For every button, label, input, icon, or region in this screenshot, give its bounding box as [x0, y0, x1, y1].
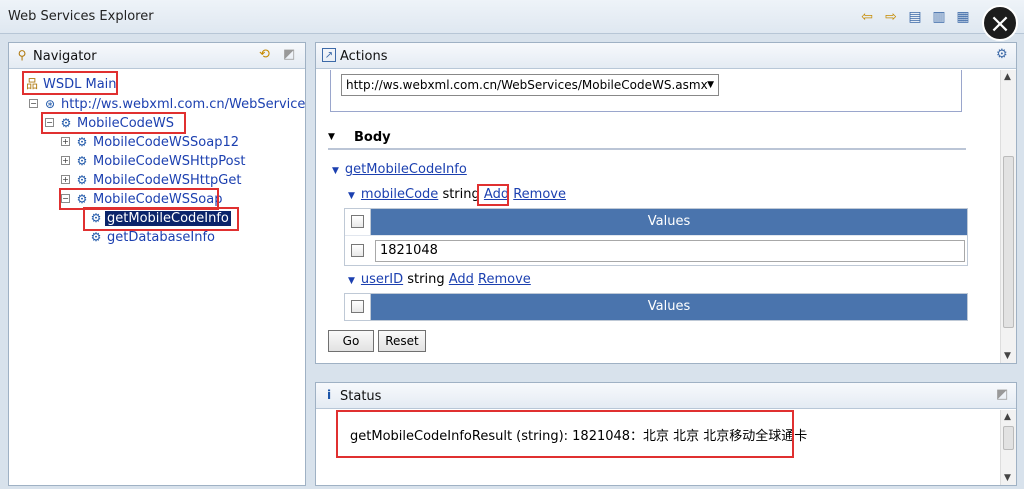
- clear-icon[interactable]: ◩: [283, 48, 295, 62]
- value-row: 1821048: [345, 235, 967, 265]
- navigator-header: ⚲ Navigator ⟲ ◩: [9, 43, 305, 69]
- values-header: Values: [345, 209, 967, 235]
- close-icon: ×: [989, 9, 1011, 39]
- select-all-checkbox[interactable]: [351, 300, 364, 313]
- row-checkbox[interactable]: [351, 244, 364, 257]
- values-title: Values: [371, 294, 967, 320]
- actions-panel: ↗ Actions ⚙ http://ws.webxml.com.cn/WebS…: [315, 42, 1017, 364]
- triangle-down-icon: ▼: [332, 166, 339, 176]
- highlight-box: [22, 71, 118, 95]
- body-section-header[interactable]: ▼ Body: [328, 128, 966, 150]
- actions-title: Actions: [340, 49, 388, 64]
- operation-row: ▼ getMobileCodeInfo: [332, 162, 467, 177]
- scroll-thumb[interactable]: [1003, 156, 1014, 328]
- tree-node-binding[interactable]: + ⚙ MobileCodeWSSoap12: [59, 134, 259, 152]
- param-name-link[interactable]: mobileCode: [361, 187, 438, 202]
- back-arrow-icon[interactable]: ⇦: [858, 8, 876, 26]
- highlight-box: [83, 207, 239, 231]
- info-icon: i: [326, 388, 332, 402]
- remove-link[interactable]: Remove: [478, 272, 531, 287]
- title-bar: Web Services Explorer ⇦ ⇨ ▤ ▥ ▦ ×: [0, 0, 1024, 41]
- tree-node-operation[interactable]: ⚙ getDatabaseInfo: [87, 229, 237, 247]
- param-type: string: [442, 187, 480, 202]
- forward-arrow-icon[interactable]: ⇨: [882, 8, 900, 26]
- actions-scrollbar[interactable]: ▲ ▼: [1000, 70, 1016, 363]
- endpoint-select[interactable]: http://ws.webxml.com.cn/WebServices/Mobi…: [341, 74, 719, 96]
- status-header: i Status ◩: [316, 383, 1016, 409]
- select-all-checkbox[interactable]: [351, 215, 364, 228]
- values-title: Values: [371, 209, 967, 235]
- values-table-userid: Values: [344, 293, 968, 321]
- navigator-icon: ⚲: [17, 48, 27, 62]
- select-all-cell: [345, 209, 371, 235]
- actions-header: ↗ Actions ⚙: [316, 43, 1016, 69]
- binding-icon: ⚙: [76, 173, 88, 187]
- scroll-up-icon[interactable]: ▲: [1004, 412, 1011, 422]
- navigator-tree: 品 WSDL Main − ⊛ http://ws.webxml.com.cn/…: [9, 70, 305, 484]
- expand-icon[interactable]: +: [61, 156, 70, 165]
- actions-icon: ↗: [322, 48, 336, 62]
- highlight-box: [477, 184, 509, 206]
- operation-link[interactable]: getMobileCodeInfo: [345, 162, 467, 177]
- scroll-up-icon[interactable]: ▲: [1004, 72, 1011, 82]
- tree-label: MobileCodeWSHttpGet: [93, 173, 242, 188]
- highlight-box: [41, 112, 186, 134]
- tree-node-binding[interactable]: + ⚙ MobileCodeWSHttpPost: [59, 153, 259, 171]
- param-type: string: [407, 272, 445, 287]
- triangle-down-icon: ▼: [348, 276, 355, 286]
- status-scrollbar[interactable]: ▲ ▼: [1000, 410, 1016, 485]
- scroll-down-icon[interactable]: ▼: [1004, 473, 1011, 483]
- param-row-userid: ▼ userID string Add Remove: [348, 272, 531, 287]
- binding-icon: ⚙: [76, 135, 88, 149]
- operation-icon: ⚙: [90, 230, 102, 244]
- tree-label: getDatabaseInfo: [107, 230, 215, 245]
- triangle-down-icon: ▼: [328, 132, 335, 142]
- chevron-down-icon: ▼: [707, 80, 714, 90]
- actions-body: http://ws.webxml.com.cn/WebServices/Mobi…: [316, 70, 1000, 363]
- window-title: Web Services Explorer: [8, 9, 154, 24]
- reset-button[interactable]: Reset: [378, 330, 426, 352]
- add-link[interactable]: Add: [449, 272, 474, 287]
- triangle-down-icon: ▼: [348, 191, 355, 201]
- tree-label: MobileCodeWSSoap12: [93, 135, 239, 150]
- status-title: Status: [340, 389, 382, 404]
- tree-label: http://ws.webxml.com.cn/WebServices/Mo: [61, 97, 305, 112]
- navigator-panel: ⚲ Navigator ⟲ ◩ 品 WSDL Main − ⊛ http://w…: [8, 42, 306, 486]
- toolbar: ⇦ ⇨ ▤ ▥ ▦: [858, 8, 972, 26]
- scroll-down-icon[interactable]: ▼: [1004, 351, 1011, 361]
- scroll-thumb[interactable]: [1003, 426, 1014, 450]
- param-row-mobilecode: ▼ mobileCode string Add Remove: [348, 187, 566, 202]
- value-input[interactable]: 1821048: [375, 240, 965, 262]
- values-table-mobilecode: Values 1821048: [344, 208, 968, 266]
- tree-label: MobileCodeWSHttpPost: [93, 154, 246, 169]
- body-label: Body: [354, 130, 391, 145]
- highlight-box: [336, 410, 794, 458]
- endpoint-section: http://ws.webxml.com.cn/WebServices/Mobi…: [330, 70, 962, 112]
- values-header: Values: [345, 294, 967, 320]
- go-button[interactable]: Go: [328, 330, 374, 352]
- close-button[interactable]: ×: [982, 5, 1018, 41]
- wsdl-icon[interactable]: ▦: [954, 8, 972, 26]
- binding-icon: ⚙: [76, 154, 88, 168]
- remove-link[interactable]: Remove: [513, 187, 566, 202]
- status-panel: i Status ◩ getMobileCodeInfoResult (stri…: [315, 382, 1017, 486]
- navigator-title: Navigator: [33, 49, 97, 64]
- collapse-icon[interactable]: −: [29, 99, 38, 108]
- select-all-cell: [345, 294, 371, 320]
- status-body: getMobileCodeInfoResult (string): 182104…: [316, 410, 1000, 485]
- refresh-icon[interactable]: ⟲: [259, 48, 270, 62]
- param-name-link[interactable]: userID: [361, 272, 403, 287]
- favorites-icon[interactable]: ▤: [906, 8, 924, 26]
- source-icon[interactable]: ⚙: [996, 48, 1008, 62]
- clear-status-icon[interactable]: ◩: [996, 388, 1008, 402]
- wsdl-file-icon: ⊛: [44, 97, 56, 111]
- endpoint-value: http://ws.webxml.com.cn/WebServices/Mobi…: [346, 78, 708, 92]
- wsil-icon[interactable]: ▥: [930, 8, 948, 26]
- expand-icon[interactable]: +: [61, 137, 70, 146]
- expand-icon[interactable]: +: [61, 175, 70, 184]
